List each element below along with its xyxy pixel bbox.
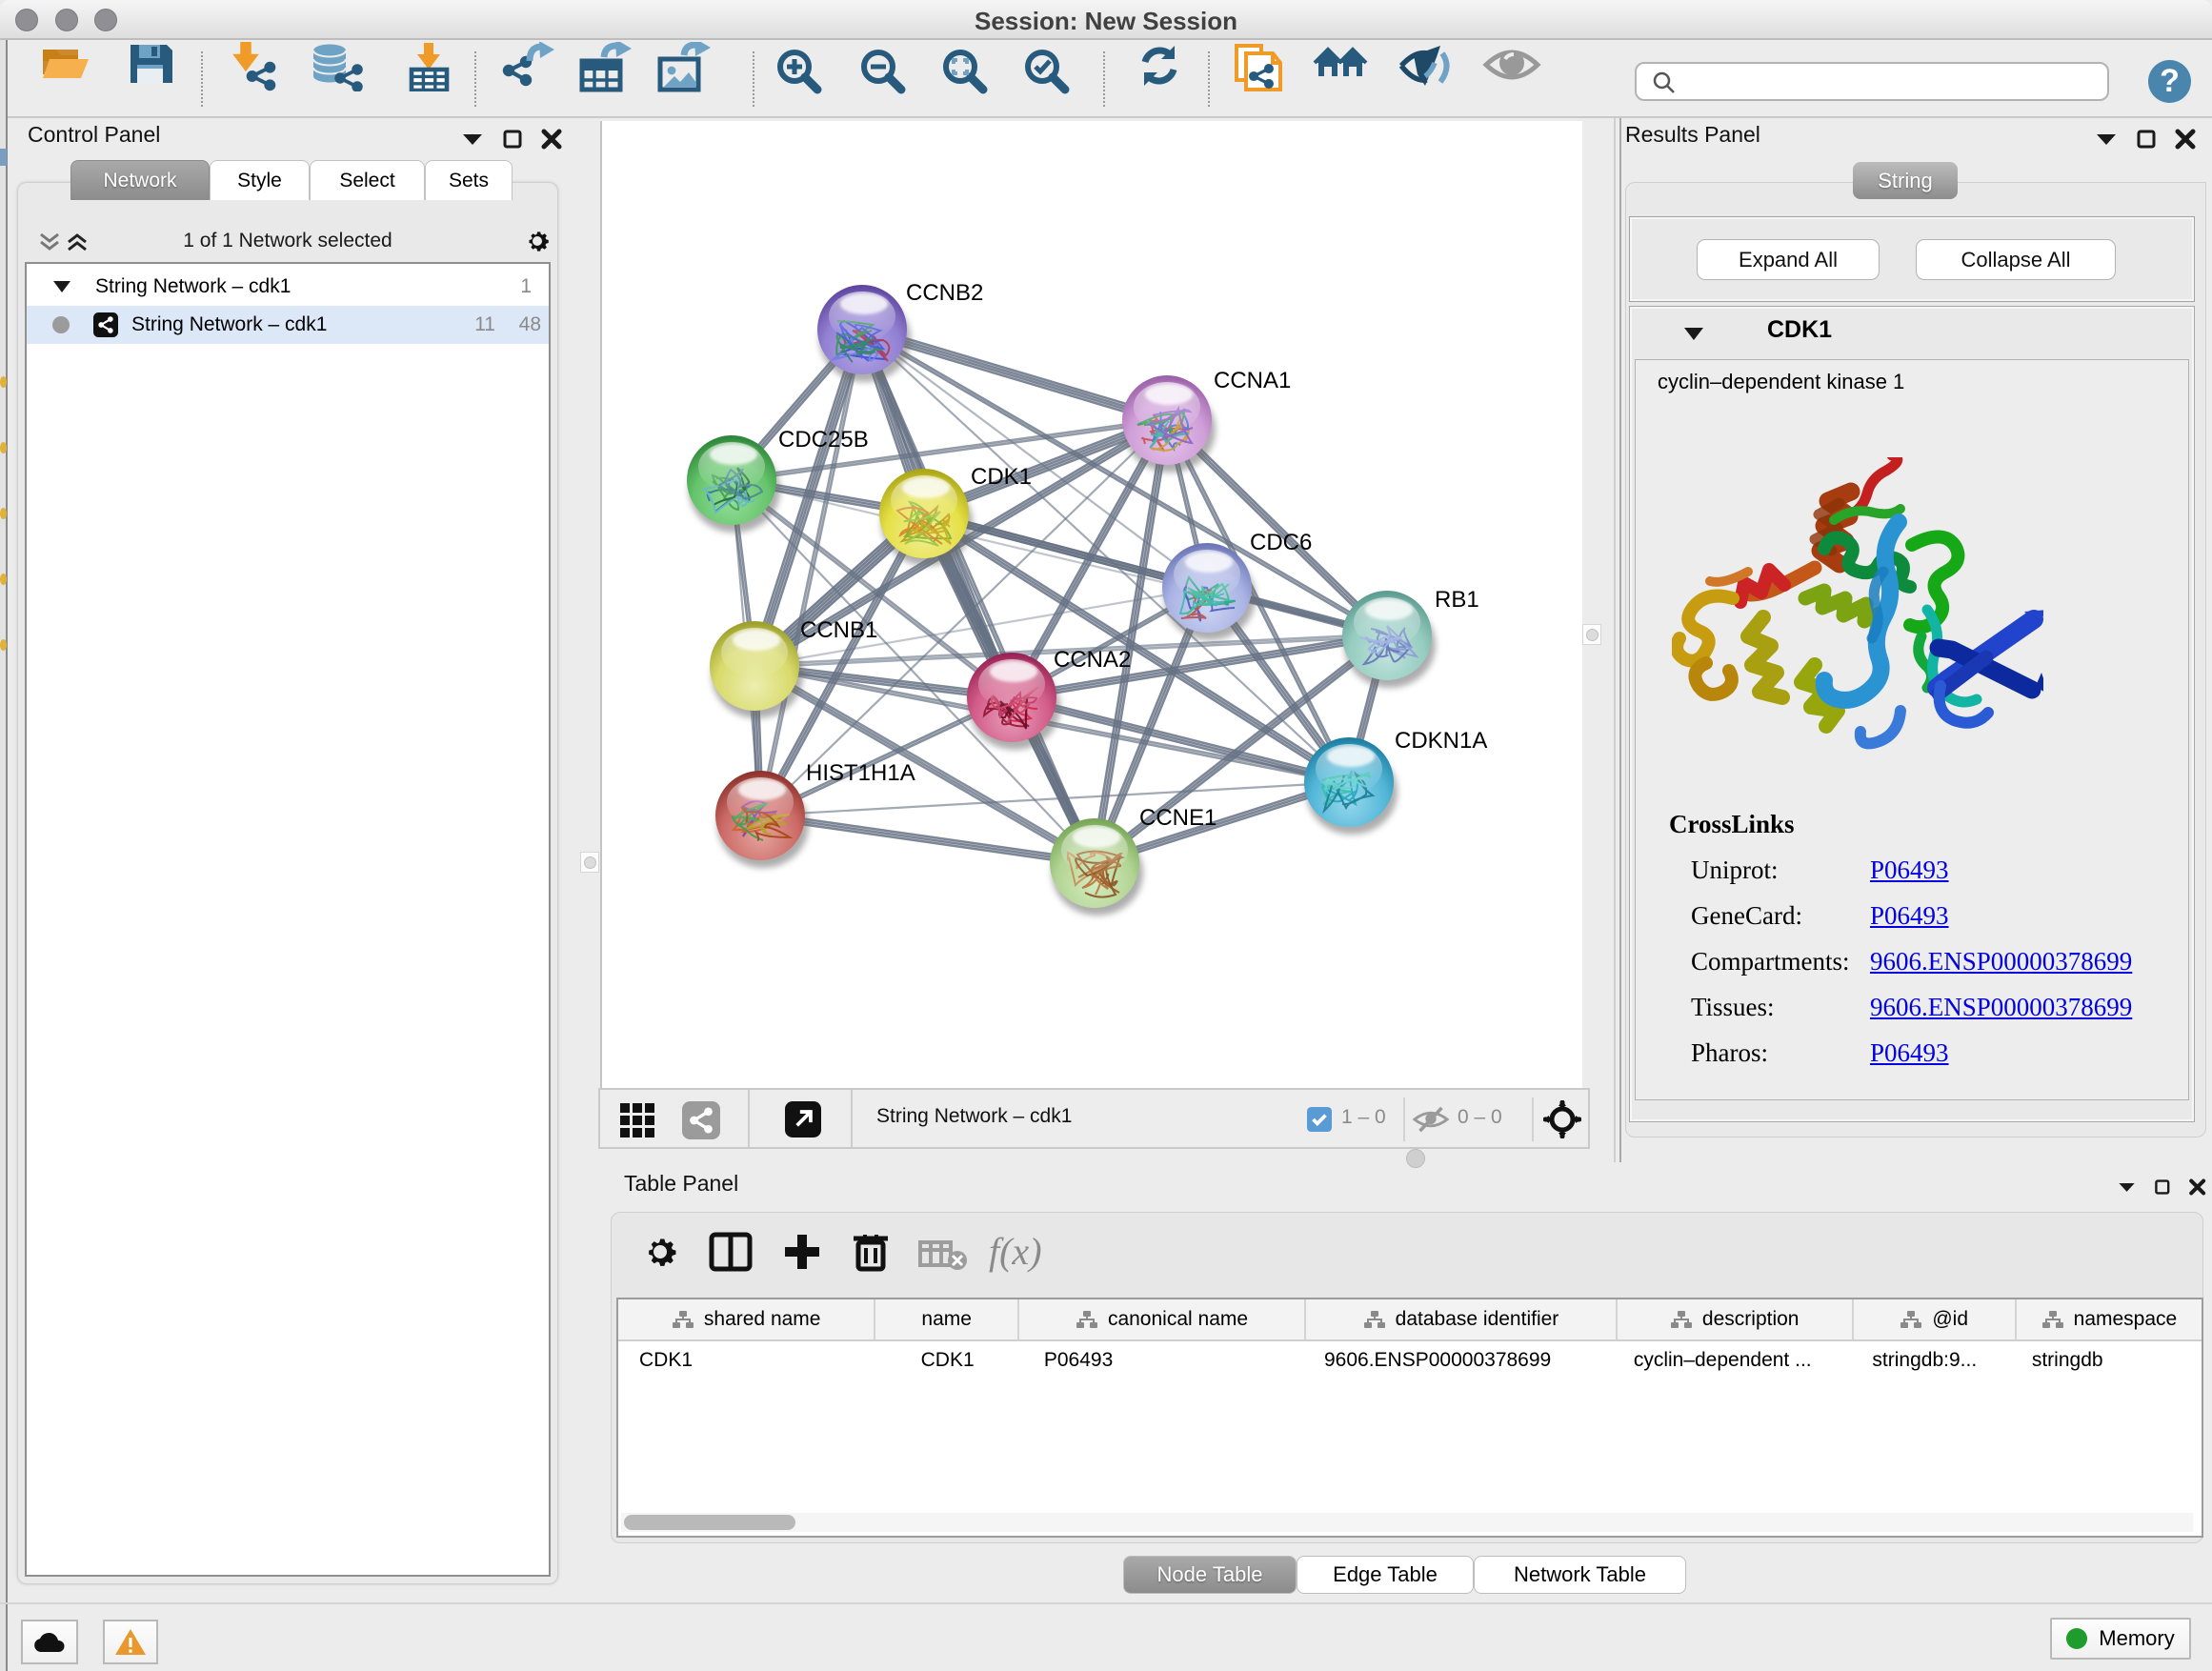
svg-text:CCNE1: CCNE1 bbox=[1139, 805, 1217, 831]
svg-text:RB1: RB1 bbox=[1435, 587, 1479, 613]
svg-text:CCNB1: CCNB1 bbox=[800, 617, 877, 643]
svg-text:CCNA2: CCNA2 bbox=[1054, 647, 1131, 673]
svg-text:CDK1: CDK1 bbox=[971, 464, 1032, 490]
svg-text:CDC6: CDC6 bbox=[1250, 530, 1312, 555]
svg-text:CCNA1: CCNA1 bbox=[1214, 368, 1291, 393]
svg-text:CDC25B: CDC25B bbox=[778, 427, 869, 453]
svg-text:CCNB2: CCNB2 bbox=[906, 280, 983, 306]
svg-text:HIST1H1A: HIST1H1A bbox=[806, 760, 915, 786]
svg-text:CDKN1A: CDKN1A bbox=[1395, 728, 1487, 754]
